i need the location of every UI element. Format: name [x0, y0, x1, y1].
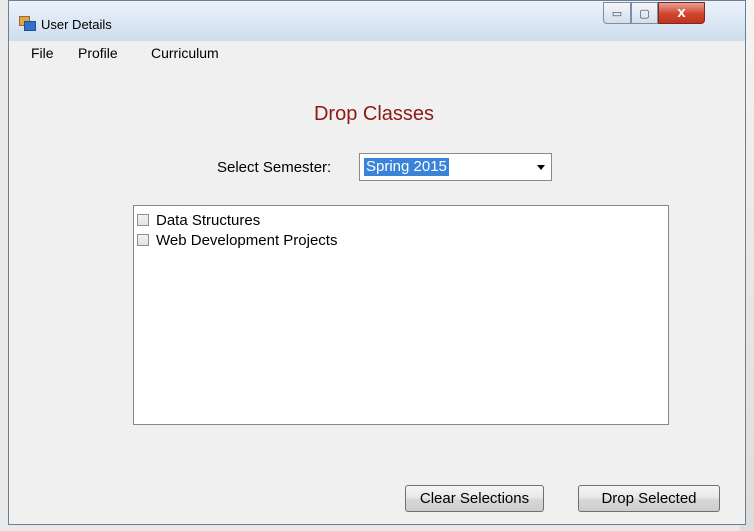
- class-item-data-structures[interactable]: Data Structures: [137, 210, 260, 230]
- close-button[interactable]: X: [658, 2, 705, 24]
- class-checkbox[interactable]: [137, 234, 149, 246]
- semester-select[interactable]: Spring 2015: [359, 153, 552, 181]
- maximize-button[interactable]: ▢: [631, 2, 658, 24]
- minimize-button[interactable]: ▭: [603, 2, 631, 24]
- semester-value: Spring 2015: [364, 158, 449, 176]
- menu-bar: File Profile Curriculum: [9, 41, 745, 63]
- menu-curriculum[interactable]: Curriculum: [151, 45, 219, 61]
- class-item-web-development-projects[interactable]: Web Development Projects: [137, 230, 337, 250]
- class-checkbox[interactable]: [137, 214, 149, 226]
- chevron-down-icon[interactable]: [537, 165, 545, 170]
- class-label: Data Structures: [156, 211, 261, 229]
- title-bar[interactable]: User Details ▭ ▢ X: [9, 1, 745, 41]
- app-icon: [19, 16, 36, 31]
- class-label: Web Development Projects: [156, 231, 338, 249]
- menu-profile[interactable]: Profile: [78, 45, 118, 61]
- page-title: Drop Classes: [313, 103, 435, 125]
- clear-selections-button[interactable]: Clear Selections: [405, 485, 544, 512]
- menu-file[interactable]: File: [31, 45, 54, 61]
- classes-checklist[interactable]: Data Structures Web Development Projects: [133, 205, 669, 425]
- user-details-window: User Details ▭ ▢ X File Profile Curricul…: [8, 0, 746, 525]
- drop-selected-button[interactable]: Drop Selected: [578, 485, 720, 512]
- semester-label: Select Semester:: [217, 159, 332, 176]
- window-title: User Details: [41, 17, 112, 32]
